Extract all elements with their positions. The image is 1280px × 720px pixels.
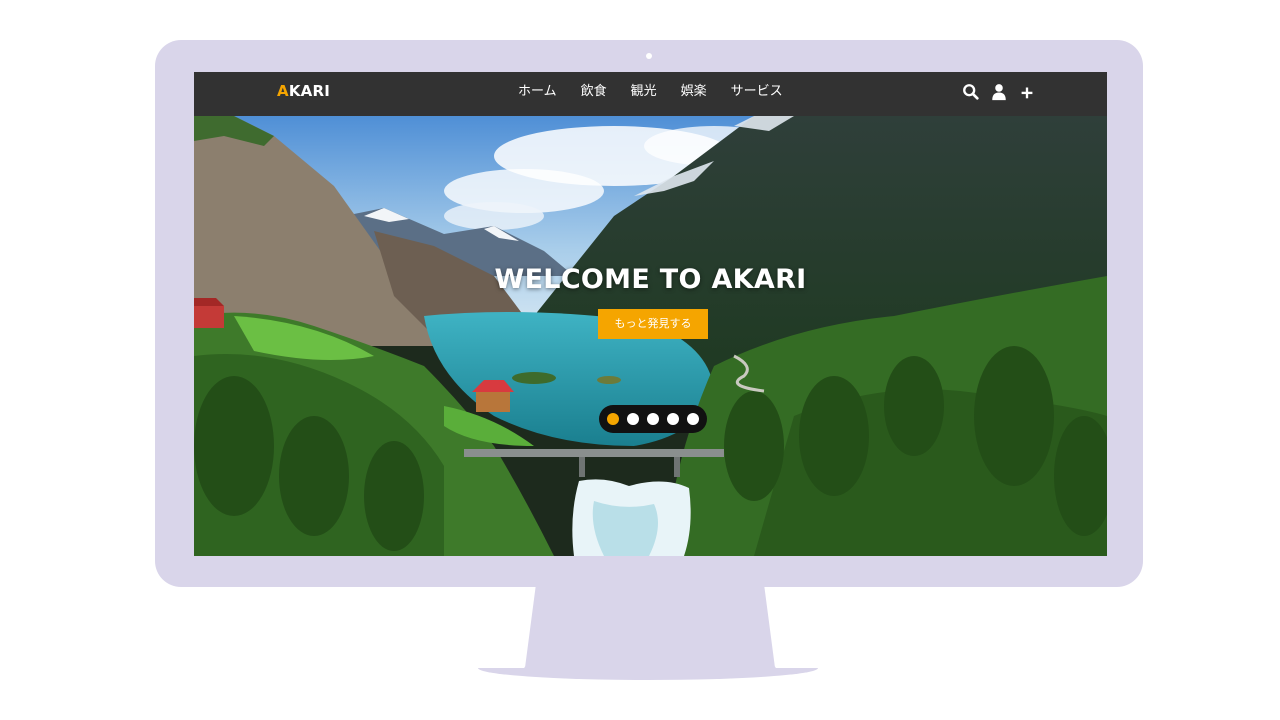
logo[interactable]: AKARI [277, 72, 330, 116]
navbar: AKARI ホーム 飲食 観光 娯楽 サービス [194, 72, 1107, 116]
website-screen: AKARI ホーム 飲食 観光 娯楽 サービス WELCOME TO AKARI… [194, 72, 1107, 556]
search-icon[interactable] [962, 82, 980, 102]
carousel-dot-2[interactable] [627, 413, 639, 425]
carousel-dot-4[interactable] [667, 413, 679, 425]
monitor-stand [520, 587, 780, 675]
nav-links: ホーム 飲食 観光 娯楽 サービス [506, 72, 795, 116]
monitor-stand-base [478, 668, 818, 680]
nav-item-services[interactable]: サービス [719, 72, 795, 116]
carousel-dot-3[interactable] [647, 413, 659, 425]
nav-item-entertainment[interactable]: 娯楽 [669, 72, 719, 116]
nav-icons [962, 82, 1036, 102]
carousel-indicator [599, 405, 707, 433]
discover-more-button[interactable]: もっと発見する [598, 309, 708, 339]
logo-text: KARI [288, 82, 330, 100]
hero-banner: WELCOME TO AKARI もっと発見する [194, 116, 1107, 556]
logo-accent-letter: A [277, 82, 289, 100]
nav-item-sightseeing[interactable]: 観光 [619, 72, 669, 116]
camera-dot [646, 53, 652, 59]
carousel-dot-1[interactable] [607, 413, 619, 425]
carousel-dot-5[interactable] [687, 413, 699, 425]
user-icon[interactable] [990, 82, 1008, 102]
plus-icon[interactable] [1018, 82, 1036, 102]
hero-title: WELCOME TO AKARI [494, 264, 807, 295]
nav-item-home[interactable]: ホーム [506, 72, 569, 116]
nav-item-food[interactable]: 飲食 [569, 72, 619, 116]
